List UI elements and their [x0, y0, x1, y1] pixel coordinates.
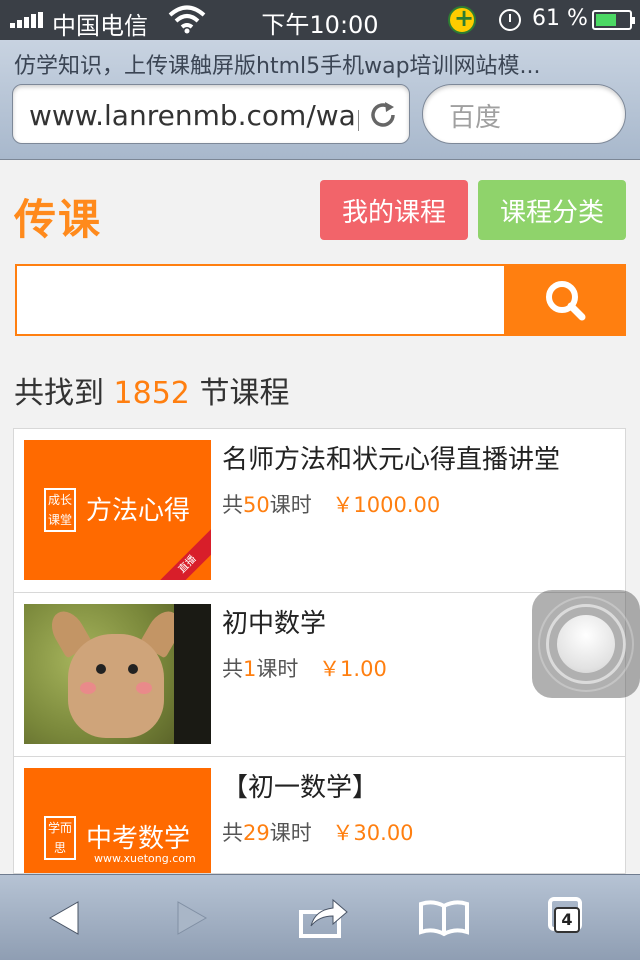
thumbnail-label: 中考数学 — [86, 824, 191, 854]
thumbnail-art — [128, 664, 138, 674]
course-hours: 29 — [243, 821, 270, 845]
hours-suffix: 课时 — [256, 657, 299, 681]
forward-button[interactable] — [162, 895, 222, 941]
course-hours: 50 — [243, 493, 270, 517]
hours-suffix: 课时 — [269, 493, 312, 517]
back-button[interactable] — [34, 895, 94, 941]
course-price: ￥30.00 — [332, 821, 414, 845]
result-count-prefix: 共找到 — [14, 376, 104, 411]
course-hours: 1 — [243, 657, 257, 681]
battery-icon — [592, 10, 635, 30]
app-notification-icon — [448, 4, 476, 34]
page-title: 仿学知识，上传课触屏版html5手机wap培训网站模... — [14, 54, 541, 79]
assistive-touch-button[interactable] — [532, 590, 640, 698]
thumbnail-site: www.xuetong.com — [94, 852, 196, 865]
address-bar[interactable]: www.lanrenmb.com/wap — [12, 84, 410, 144]
course-thumbnail[interactable]: 成长课堂 方法心得 直播 — [24, 440, 211, 580]
result-count-suffix: 节课程 — [199, 376, 290, 411]
back-arrow-icon — [48, 901, 79, 935]
course-categories-button[interactable]: 课程分类 — [478, 180, 626, 240]
course-item[interactable]: 学而思 中考数学 www.xuetong.com 【初一数学】 共29课时 ￥3… — [14, 757, 625, 873]
course-price: ￥1.00 — [319, 657, 387, 681]
course-title[interactable]: 名师方法和状元心得直播讲堂 — [222, 439, 560, 476]
course-price: ￥1000.00 — [332, 493, 441, 517]
browser-bottom-toolbar: 4 — [0, 874, 640, 960]
site-logo[interactable]: 传课 — [14, 186, 102, 247]
hours-suffix: 课时 — [269, 821, 312, 845]
thumbnail-art — [96, 664, 106, 674]
course-meta: 共50课时 ￥1000.00 — [222, 489, 440, 519]
course-search-input[interactable] — [15, 264, 505, 336]
bookmarks-icon — [419, 900, 469, 937]
thumbnail-stamp: 学而思 — [44, 816, 76, 860]
forward-arrow-icon — [177, 901, 208, 935]
course-title[interactable]: 【初一数学】 — [222, 767, 378, 804]
hours-prefix: 共 — [222, 821, 243, 845]
course-meta: 共1课时 ￥1.00 — [222, 653, 387, 683]
thumbnail-stamp: 成长课堂 — [44, 488, 76, 532]
course-thumbnail[interactable]: 学而思 中考数学 www.xuetong.com — [24, 768, 211, 873]
tabs-button[interactable]: 4 — [542, 895, 602, 941]
course-item[interactable]: 成长课堂 方法心得 直播 名师方法和状元心得直播讲堂 共50课时 ￥1000.0… — [14, 429, 625, 593]
search-engine-field[interactable]: 百度 — [422, 84, 626, 144]
battery-percent: 61 % — [532, 6, 588, 31]
share-button[interactable] — [294, 895, 354, 941]
result-count-number: 1852 — [113, 376, 190, 411]
search-button[interactable] — [504, 264, 626, 336]
tabs-count: 4 — [554, 907, 580, 933]
thumbnail-art — [174, 604, 211, 744]
thumbnail-art — [80, 682, 96, 694]
reload-icon[interactable] — [367, 99, 399, 131]
thumbnail-art — [136, 682, 152, 694]
browser-toolbar: 仿学知识，上传课触屏版html5手机wap培训网站模... www.lanren… — [0, 40, 640, 160]
live-ribbon: 直播 — [149, 526, 211, 580]
bookmarks-button[interactable] — [414, 895, 474, 941]
hours-prefix: 共 — [222, 657, 243, 681]
hours-prefix: 共 — [222, 493, 243, 517]
my-courses-button[interactable]: 我的课程 — [320, 180, 468, 240]
search-engine-placeholder: 百度 — [449, 103, 502, 133]
result-count: 共找到 1852 节课程 — [14, 368, 289, 412]
status-bar: 中国电信 下午10:00 61 % — [0, 0, 640, 40]
course-meta: 共29课时 ￥30.00 — [222, 817, 414, 847]
alarm-clock-icon — [499, 9, 521, 31]
course-title[interactable]: 初中数学 — [222, 603, 326, 640]
thumbnail-label: 方法心得 — [86, 496, 191, 526]
battery-fill — [596, 14, 616, 26]
assistive-touch-core — [557, 615, 615, 673]
course-thumbnail[interactable] — [24, 604, 211, 744]
search-icon — [546, 281, 586, 321]
url-text[interactable]: www.lanrenmb.com/wap — [29, 99, 359, 132]
share-icon — [299, 898, 348, 938]
